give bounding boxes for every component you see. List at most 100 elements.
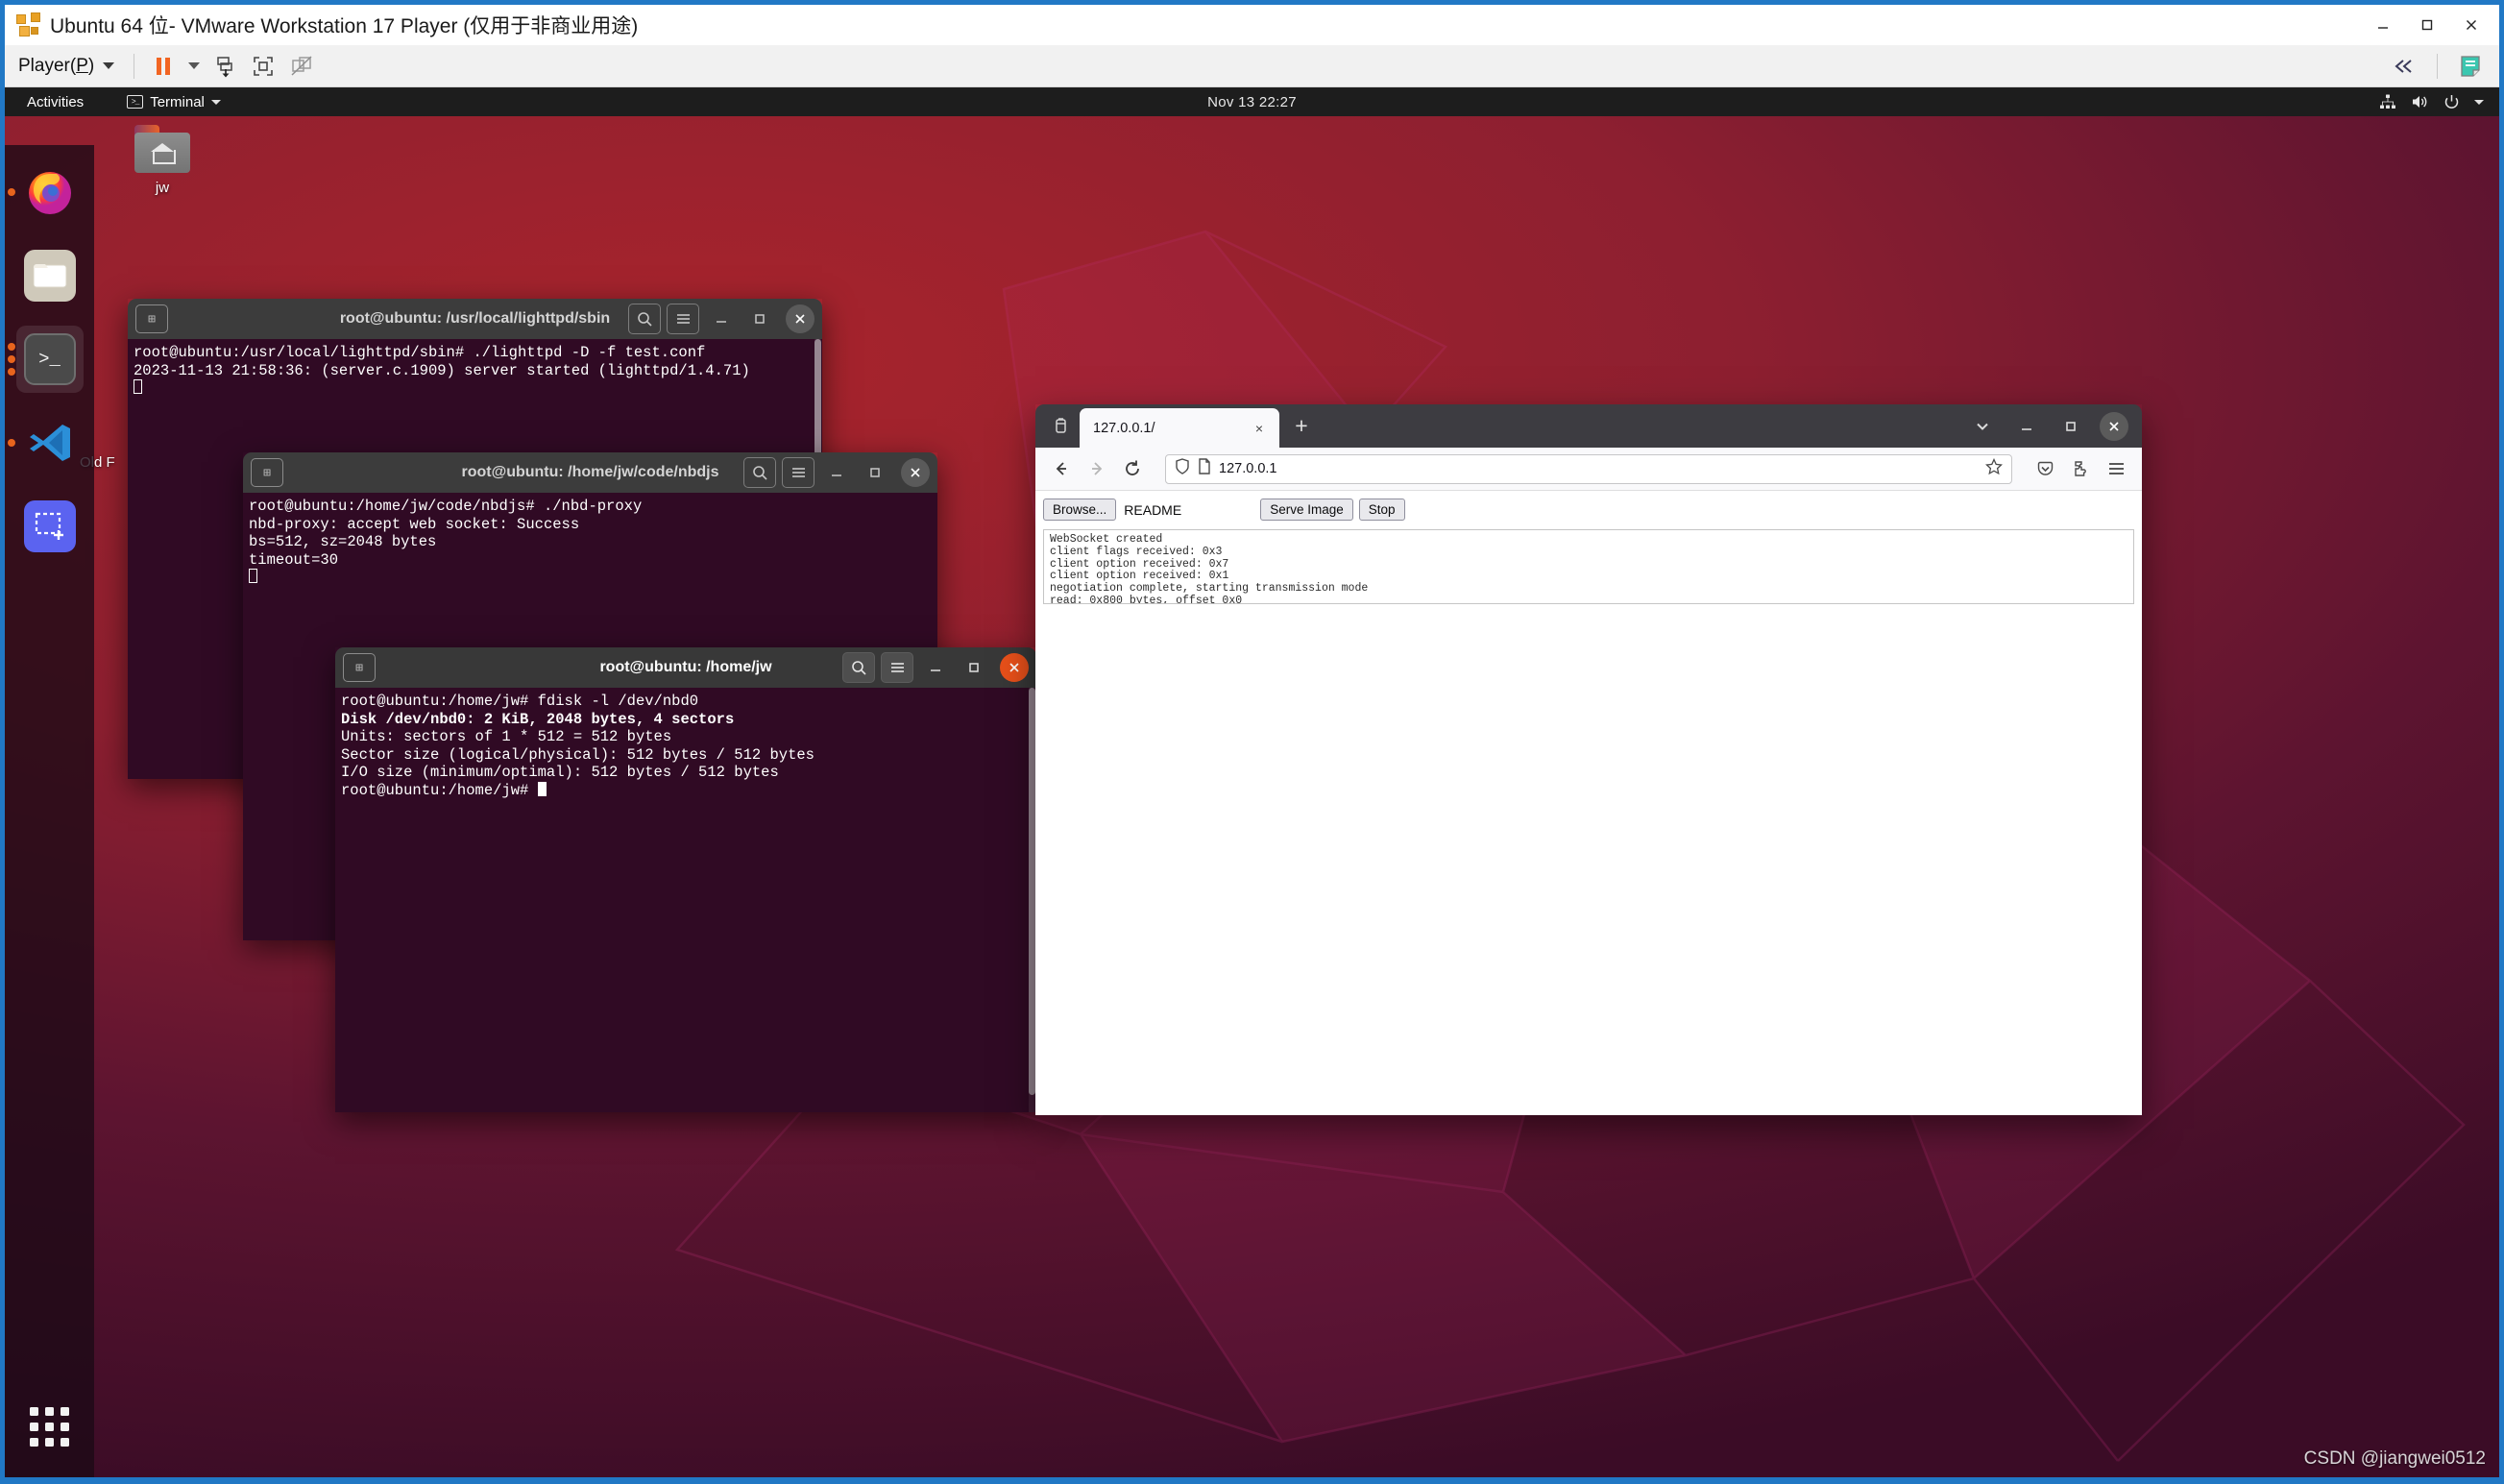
search-icon[interactable] xyxy=(628,304,661,334)
terminal-line: 2023-11-13 21:58:36: (server.c.1909) ser… xyxy=(134,361,750,379)
serve-image-button[interactable]: Serve Image xyxy=(1260,499,1353,521)
url-text[interactable]: 127.0.0.1 xyxy=(1219,461,1978,476)
dock-item-firefox[interactable] xyxy=(7,158,84,226)
desktop-icon-label: jw xyxy=(155,180,170,196)
maximize-icon[interactable] xyxy=(859,457,891,488)
hamburger-menu-icon[interactable] xyxy=(881,652,913,683)
pocket-icon[interactable] xyxy=(2029,452,2061,485)
pause-icon[interactable] xyxy=(144,49,182,84)
minimize-icon[interactable] xyxy=(2006,408,2048,445)
dock-item-vscode[interactable] xyxy=(7,409,84,476)
collapse-toolbar-icon[interactable] xyxy=(2385,49,2423,84)
new-tab-icon[interactable]: + xyxy=(1283,409,1320,444)
vmware-player-window: Ubuntu 64 位- VMware Workstation 17 Playe… xyxy=(0,0,2504,1484)
terminal-line: Units: sectors of 1 * 512 = 512 bytes xyxy=(341,728,672,745)
network-icon xyxy=(2379,94,2396,109)
close-icon[interactable] xyxy=(901,458,930,487)
app-menu-label: Terminal xyxy=(150,93,205,110)
send-ctrl-alt-del-icon[interactable] xyxy=(206,49,244,84)
power-dropdown-icon[interactable] xyxy=(182,49,206,84)
clock[interactable]: Nov 13 22:27 xyxy=(1207,94,1297,110)
terminal-line: root@ubuntu:/home/jw# fdisk -l /dev/nbd0 xyxy=(341,693,699,710)
star-icon[interactable] xyxy=(1985,457,2003,480)
minimize-icon[interactable] xyxy=(2361,6,2405,44)
search-icon[interactable] xyxy=(842,652,875,683)
search-icon[interactable] xyxy=(743,457,776,488)
hamburger-menu-icon[interactable] xyxy=(2100,452,2132,485)
vscode-icon xyxy=(24,417,76,469)
help-notes-icon[interactable] xyxy=(2451,49,2490,84)
new-tab-icon[interactable]: ⊞ xyxy=(343,653,376,682)
show-applications-button[interactable] xyxy=(16,1393,84,1460)
running-indicator-firefox xyxy=(7,188,15,196)
terminal-titlebar-buttons xyxy=(628,304,814,334)
list-all-tabs-icon[interactable] xyxy=(1041,409,1080,444)
terminal-titlebar[interactable]: ⊞ root@ubuntu: /home/jw xyxy=(335,647,1036,688)
close-icon[interactable] xyxy=(786,304,814,333)
terminal-titlebar[interactable]: ⊞ root@ubuntu: /home/jw/code/nbdjs xyxy=(243,452,937,493)
caret-down-icon xyxy=(103,62,115,69)
extensions-puzzle-icon[interactable] xyxy=(2064,452,2097,485)
firefox-icon xyxy=(24,166,76,218)
minimize-icon[interactable] xyxy=(820,457,853,488)
page-icon[interactable] xyxy=(1198,458,1211,479)
minimize-icon[interactable] xyxy=(919,652,952,683)
home-folder-icon xyxy=(134,125,190,173)
player-menu-button[interactable]: Player(P) xyxy=(14,56,124,77)
system-tray[interactable] xyxy=(2379,94,2499,110)
terminal-titlebar[interactable]: ⊞ root@ubuntu: /usr/local/lighttpd/sbin xyxy=(128,299,822,339)
close-icon[interactable] xyxy=(2100,411,2128,441)
dock-item-screenshot[interactable] xyxy=(16,493,84,560)
log-line: read: 0x800 bytes, offset 0x0 xyxy=(1050,594,1243,604)
desktop-wallpaper[interactable]: jw Old F >_ ⊞ root@ubuntu: /usr/local/li… xyxy=(5,116,2499,1477)
terminal-line: root@ubuntu:/home/jw/code/nbdjs# ./nbd-p… xyxy=(249,498,643,515)
url-bar[interactable]: 127.0.0.1 xyxy=(1165,453,2012,484)
firefox-navigation-toolbar: 127.0.0.1 xyxy=(1035,448,2142,491)
dock-item-files[interactable] xyxy=(16,242,84,309)
dock-item-terminal[interactable]: >_ xyxy=(7,326,84,393)
activities-button[interactable]: Activities xyxy=(14,87,96,116)
terminal-window-home-jw[interactable]: ⊞ root@ubuntu: /home/jw root@ubuntu:/hom… xyxy=(335,647,1036,1112)
selected-file-label: README xyxy=(1124,501,1182,518)
maximize-icon[interactable] xyxy=(2405,6,2449,44)
forward-arrow-icon xyxy=(1081,452,1113,485)
desktop-icon-jw[interactable]: jw xyxy=(112,125,212,196)
new-tab-icon[interactable]: ⊞ xyxy=(135,304,168,333)
unity-mode-disabled-icon[interactable] xyxy=(282,49,321,84)
terminal-scrollbar[interactable] xyxy=(1029,688,1035,1112)
terminal-titlebar-buttons xyxy=(743,457,930,488)
ubuntu-guest-screen: jw Old F >_ ⊞ root@ubuntu: /usr/local/li… xyxy=(5,87,2499,1477)
browser-tab[interactable]: 127.0.0.1/ × xyxy=(1080,408,1279,448)
hamburger-menu-icon[interactable] xyxy=(667,304,699,334)
apps-grid-icon xyxy=(30,1406,69,1447)
close-tab-icon[interactable]: × xyxy=(1248,417,1271,440)
browse-button[interactable]: Browse... xyxy=(1043,499,1117,521)
maximize-icon[interactable] xyxy=(743,304,776,334)
new-tab-icon[interactable]: ⊞ xyxy=(251,458,283,487)
shield-icon[interactable] xyxy=(1175,458,1190,479)
web-page-content[interactable]: Browse... README Serve Image Stop WebSoc… xyxy=(1035,491,2142,1115)
maximize-icon[interactable] xyxy=(958,652,990,683)
terminal-title: root@ubuntu: /usr/local/lighttpd/sbin xyxy=(339,310,611,327)
enter-fullscreen-icon[interactable] xyxy=(244,49,282,84)
close-icon[interactable] xyxy=(1000,653,1029,682)
app-menu-button[interactable]: >_ Terminal xyxy=(117,94,231,110)
toolbar-divider-right xyxy=(2437,53,2438,79)
hamburger-menu-icon[interactable] xyxy=(782,457,814,488)
ubuntu-dock: >_ xyxy=(5,145,94,1477)
firefox-window-controls xyxy=(1961,408,2136,445)
screenshot-icon xyxy=(23,500,76,552)
websocket-log-box[interactable]: WebSocket created client flags received:… xyxy=(1043,529,2134,604)
close-icon[interactable] xyxy=(2449,6,2493,44)
terminal-icon: >_ xyxy=(127,95,144,109)
minimize-icon[interactable] xyxy=(705,304,738,334)
terminal-line: nbd-proxy: accept web socket: Success xyxy=(249,515,580,533)
reload-icon[interactable] xyxy=(1116,452,1149,485)
player-menu-label: Player(P) xyxy=(18,55,95,76)
maximize-icon[interactable] xyxy=(2050,408,2092,445)
terminal-output[interactable]: root@ubuntu:/home/jw# fdisk -l /dev/nbd0… xyxy=(335,688,1036,1112)
firefox-window[interactable]: 127.0.0.1/ × + 127.0.0.1 Browse... READM… xyxy=(1035,404,2142,1115)
stop-button[interactable]: Stop xyxy=(1358,499,1405,521)
back-arrow-icon[interactable] xyxy=(1045,452,1078,485)
chevron-down-icon[interactable] xyxy=(1961,408,2004,445)
